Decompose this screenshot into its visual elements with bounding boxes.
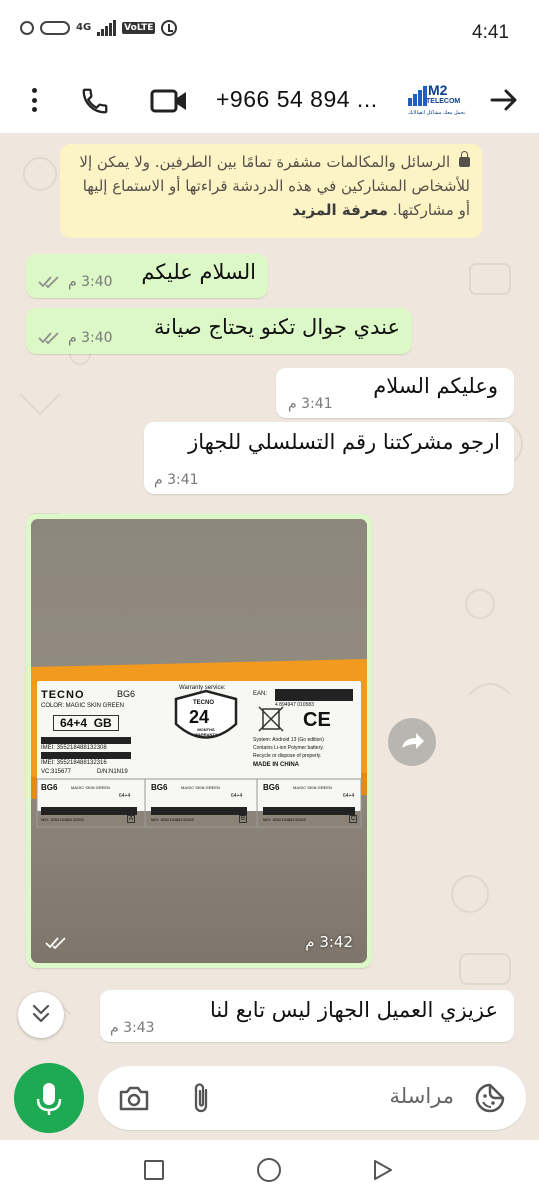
system-nav-bar <box>0 1140 539 1200</box>
box-vc: VC:315677 <box>41 769 72 775</box>
box-model: BG6 <box>117 689 136 699</box>
more-vert-icon[interactable] <box>24 86 44 114</box>
message-bubble-incoming[interactable]: عزيزي العميل الجهاز ليس تابع لنا 3:43 م <box>100 990 514 1042</box>
learn-more-link[interactable]: معرفة المزيد <box>292 201 388 219</box>
forward-icon <box>402 733 424 749</box>
box-color: COLOR: MAGIC SKIN GREEN <box>41 703 125 709</box>
notice-text: الرسائل والمكالمات مشفرة تمامًا بين الطر… <box>79 153 470 219</box>
forward-button[interactable] <box>388 718 436 766</box>
recycle-line: Recycle or dispose of properly. <box>253 753 322 759</box>
box-dn: D/N:N1N19 <box>97 769 128 775</box>
message-time: 3:41 م <box>154 472 199 488</box>
box-imei-2: IMEI: 355218488132316 <box>41 760 107 766</box>
avatar-tagline: نحمل معك مشاكل اتصالاتك <box>408 110 466 116</box>
sticker-letter: B <box>239 815 248 823</box>
recents-icon[interactable] <box>144 1160 164 1180</box>
read-ticks-icon <box>38 332 59 344</box>
message-time: 3:40 م <box>68 274 113 290</box>
sticker-color: MAGIC SKIN GREEN <box>181 785 220 790</box>
message-bubble-outgoing[interactable]: السلام عليكم 3:40 م <box>26 254 268 298</box>
message-time: 3:42 م <box>305 933 353 951</box>
emoji-icon[interactable] <box>474 1082 506 1114</box>
system-line: System: Android 13 (Go edition) <box>253 737 324 743</box>
sticker-color: MAGIC SKIN GREEN <box>293 785 332 790</box>
input-bar: مراسلة <box>0 1060 539 1140</box>
mic-button[interactable] <box>14 1063 84 1133</box>
message-time: 3:43 م <box>110 1020 155 1036</box>
status-bar: 4G VoLTE 4:41 <box>0 0 539 66</box>
ean-label: EAN: <box>253 691 268 697</box>
box-imei-1: IMEI: 355218488132308 <box>41 745 107 751</box>
contact-avatar[interactable]: M2 TELECOM نحمل معك مشاكل اتصالاتك <box>404 80 466 122</box>
read-ticks-icon <box>45 937 66 949</box>
network-type: 4G <box>76 22 92 33</box>
message-time: 3:40 م <box>68 330 113 346</box>
sticker-model: BG6 <box>151 783 168 792</box>
attach-icon[interactable] <box>190 1080 214 1116</box>
video-call-icon[interactable] <box>150 87 188 115</box>
signal-icon <box>97 20 117 36</box>
read-ticks-icon <box>38 276 59 288</box>
battery-saver-icon <box>40 21 70 35</box>
warranty-months: 24 <box>189 707 210 727</box>
photo-tecno-box[interactable]: TECNO BG6 COLOR: MAGIC SKIN GREEN 64+4 G… <box>31 519 367 963</box>
scroll-to-bottom-button[interactable] <box>18 992 64 1038</box>
warranty-label: Warranty service: <box>179 685 226 691</box>
sticker-model: BG6 <box>263 783 280 792</box>
lock-icon <box>459 151 470 167</box>
ean-code: 4 894947 010583 <box>275 702 314 708</box>
sticker-imei: MEI: 355218488132308 <box>263 817 306 822</box>
sticker-storage: 64+4 <box>231 793 243 799</box>
message-text: السلام عليكم <box>141 260 256 284</box>
made-in: MADE IN CHINA <box>253 762 299 768</box>
sticker-imei: MEI: 355218488132308 <box>41 817 84 822</box>
volte-badge: VoLTE <box>122 22 156 34</box>
message-bubble-incoming[interactable]: وعليكم السلام 3:41 م <box>276 368 514 418</box>
sticker-model: BG6 <box>41 783 58 792</box>
logo-bars-icon <box>408 86 427 106</box>
battery-line: Contains Li-ion Polymer battery. <box>253 745 324 751</box>
message-time: 3:41 م <box>288 396 333 412</box>
box-brand: TECNO <box>41 689 85 701</box>
message-bubble-outgoing[interactable]: عندي جوال تكنو يحتاج صيانة 3:40 م <box>26 308 412 354</box>
message-text: وعليكم السلام <box>373 374 498 398</box>
message-text: عندي جوال تكنو يحتاج صيانة <box>154 315 400 339</box>
home-icon[interactable] <box>257 1158 281 1182</box>
image-message[interactable]: TECNO BG6 COLOR: MAGIC SKIN GREEN 64+4 G… <box>26 514 372 968</box>
mic-icon <box>36 1083 62 1115</box>
status-time: 4:41 <box>472 22 509 43</box>
sticker-storage: 64+4 <box>119 793 131 799</box>
contact-name[interactable]: +966 54 894 ... <box>216 86 378 113</box>
phone-icon[interactable] <box>80 86 110 116</box>
encryption-notice[interactable]: الرسائل والمكالمات مشفرة تمامًا بين الطر… <box>60 144 482 238</box>
compose-box[interactable]: مراسلة <box>98 1066 526 1130</box>
message-text: عزيزي العميل الجهاز ليس تابع لنا <box>209 998 498 1022</box>
sticker-letter: A <box>127 815 136 823</box>
message-input[interactable]: مراسلة <box>390 1084 454 1108</box>
nav-back-icon[interactable] <box>370 1158 394 1182</box>
chat-header: +966 54 894 ... M2 TELECOM نحمل معك مشاك… <box>0 66 539 134</box>
status-icons: 4G VoLTE <box>20 20 178 36</box>
chat-area[interactable]: الرسائل والمكالمات مشفرة تمامًا بين الطر… <box>0 134 539 1060</box>
arrow-back-icon[interactable] <box>488 84 520 116</box>
sticker-imei: MEI: 355218488132308 <box>151 817 194 822</box>
warranty-brand: TECNO <box>193 700 214 706</box>
avatar-brand: M2 <box>428 82 448 98</box>
sticker-letter: C <box>349 815 358 823</box>
avatar-sub: TELECOM <box>426 98 461 105</box>
box-storage: 64+4 GB <box>53 715 119 731</box>
alarm-icon <box>161 20 178 36</box>
sync-icon <box>20 21 34 35</box>
message-bubble-incoming[interactable]: ارجو مشركتنا رقم التسلسلي للجهاز 3:41 م <box>144 422 514 494</box>
ce-mark: CE <box>303 709 331 731</box>
warranty-caption: MONTHS WARRANTY <box>194 727 218 737</box>
sticker-storage: 64+4 <box>343 793 355 799</box>
sticker-color: MAGIC SKIN GREEN <box>71 785 110 790</box>
camera-icon[interactable] <box>118 1084 150 1112</box>
message-text: ارجو مشركتنا رقم التسلسلي للجهاز <box>188 430 500 454</box>
double-chevron-down-icon <box>32 1004 50 1023</box>
